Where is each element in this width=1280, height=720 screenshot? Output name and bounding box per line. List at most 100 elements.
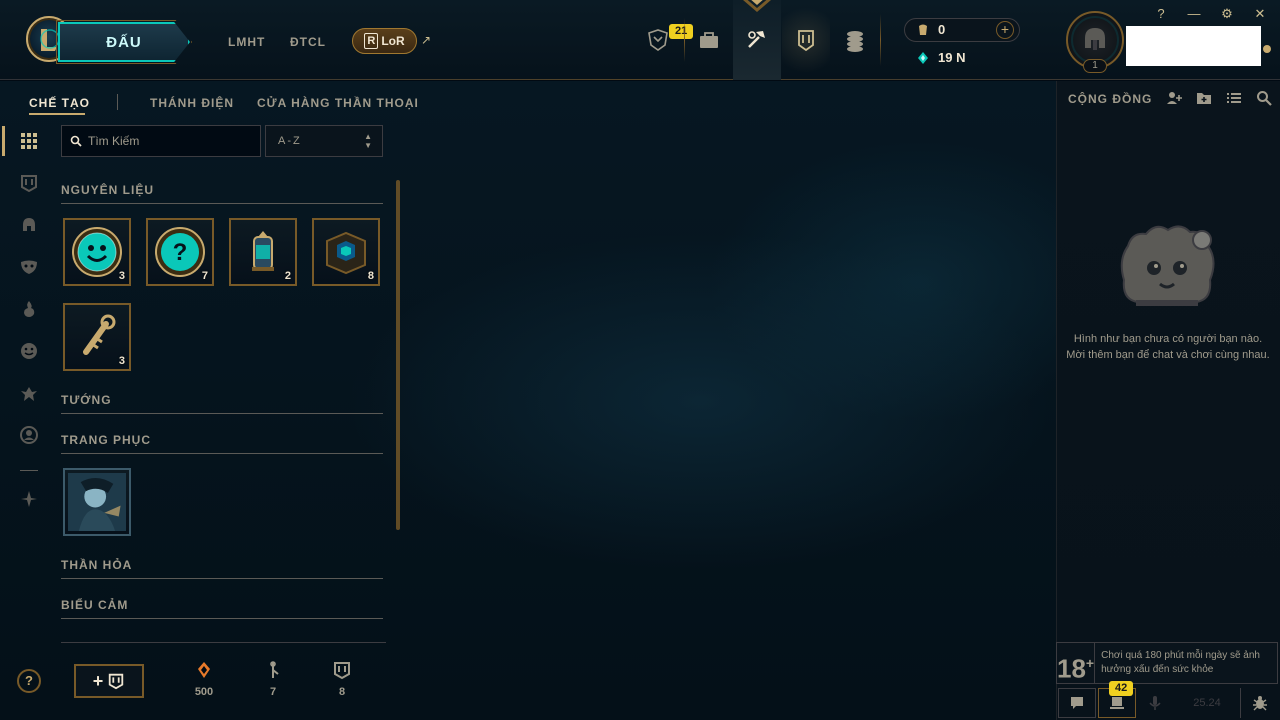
category-champions[interactable]: TƯỚNG: [61, 393, 383, 414]
icon-filter-icon[interactable]: [18, 424, 40, 446]
status-indicator: [1263, 45, 1271, 53]
companion-filter-icon[interactable]: [18, 382, 40, 404]
champion-filter-icon[interactable]: [18, 214, 40, 236]
close-control[interactable]: ✕: [1252, 6, 1268, 22]
chat-button[interactable]: [1058, 688, 1096, 718]
helmet-icon: [1085, 28, 1105, 50]
collection-chest-icon: [798, 30, 814, 52]
summoner-name-box[interactable]: [1126, 26, 1261, 66]
search-field[interactable]: [61, 125, 261, 157]
grid-icon: [21, 133, 37, 149]
be-currency: 19 N: [916, 50, 965, 65]
be-amount: 19 N: [938, 50, 966, 65]
missions-badge: 21: [669, 24, 694, 39]
age-warning: 18+ Chơi quá 180 phút mỗi ngày sẽ ảnh hư…: [1056, 642, 1278, 684]
add-chest-button[interactable]: +: [74, 664, 144, 698]
scrollbar-thumb[interactable]: [396, 180, 400, 530]
add-friend-glyph: [1167, 92, 1182, 104]
key-fragment-value: 7: [269, 686, 277, 698]
play-button[interactable]: ĐẤU: [58, 22, 190, 62]
chest-stat: 8: [322, 660, 362, 698]
capsule-icon: [252, 231, 274, 271]
tab-sanctum[interactable]: THÁNH ĐIỆN: [150, 96, 234, 110]
social-search-icon[interactable]: [1255, 90, 1273, 106]
bug-icon: [1252, 696, 1267, 711]
help-button[interactable]: ?: [17, 669, 41, 693]
voice-button[interactable]: [1136, 688, 1174, 718]
nav-link-dtcl[interactable]: ĐTCL: [290, 35, 326, 49]
sort-value: A-Z: [278, 135, 302, 147]
emote-orb-icon: [72, 227, 122, 277]
external-link-icon: ↗: [421, 33, 432, 47]
messages-button[interactable]: 42: [1098, 681, 1136, 718]
tab-separator: [117, 94, 118, 110]
lor-label: LoR: [381, 34, 405, 48]
orange-essence-stat: 500: [184, 660, 224, 698]
search-input[interactable]: [88, 134, 248, 148]
material-tile[interactable]: 3: [63, 303, 131, 371]
bottom-separator: [61, 642, 386, 643]
material-tile[interactable]: 2: [229, 218, 297, 286]
nav-link-lmht[interactable]: LMHT: [228, 35, 265, 49]
lor-r-icon: R: [364, 33, 379, 49]
settings-control[interactable]: ⚙: [1219, 6, 1235, 22]
mask-icon: [21, 260, 37, 274]
key-fragment-icon: [270, 661, 279, 678]
ward-filter-icon[interactable]: [18, 298, 40, 320]
tft-filter-icon[interactable]: [18, 488, 40, 510]
mystery-orb-icon: ?: [155, 227, 205, 277]
list-view-icon[interactable]: [1225, 90, 1243, 106]
poro-icon: [1120, 225, 1215, 306]
help-control[interactable]: ?: [1153, 6, 1169, 21]
skin-tile[interactable]: [63, 468, 131, 536]
store-icon[interactable]: [839, 24, 871, 56]
flame-icon: [24, 301, 35, 317]
add-folder-icon[interactable]: [1195, 90, 1213, 106]
material-tile[interactable]: 3: [63, 218, 131, 286]
chest-value: 8: [338, 686, 346, 698]
tab-crafting[interactable]: CHẾ TẠO: [29, 96, 90, 110]
age-warning-text: Chơi quá 180 phút mỗi ngày sẽ ảnh hưởng …: [1101, 650, 1260, 675]
minimize-control[interactable]: —: [1186, 6, 1202, 21]
category-wards[interactable]: THẦN HỎA: [61, 558, 383, 579]
category-materials[interactable]: NGUYÊN LIỆU: [61, 183, 383, 204]
skin-filter-icon[interactable]: [18, 256, 40, 278]
age-plus: +: [1085, 655, 1095, 671]
key-icon: [83, 314, 116, 355]
active-chevron-icon: [743, 0, 771, 12]
collection-icon[interactable]: [790, 24, 822, 56]
category-skins[interactable]: TRANG PHỤC: [61, 433, 383, 454]
chest-filter-icon[interactable]: [18, 172, 40, 194]
inventory-icon[interactable]: [693, 24, 725, 56]
smiley-icon: [21, 343, 37, 359]
emote-filter-icon[interactable]: [18, 340, 40, 362]
svg-text:?: ?: [173, 239, 188, 266]
magnifier-glyph: [1257, 91, 1272, 106]
category-emotes[interactable]: BIỂU CẢM: [61, 598, 383, 619]
item-count: 3: [118, 270, 125, 282]
skin-portrait-icon: [68, 473, 126, 531]
chest-icon: [334, 662, 350, 680]
bug-report-button[interactable]: [1240, 688, 1278, 718]
message-stack-icon: [1110, 697, 1124, 709]
loot-icon[interactable]: [741, 24, 773, 56]
item-count: 3: [118, 355, 125, 367]
item-count: 2: [284, 270, 291, 282]
rp-amount: 0: [938, 22, 946, 37]
tab-mythic-shop[interactable]: CỬA HÀNG THẦN THOẠI: [257, 96, 419, 110]
grid-all-icon[interactable]: [18, 130, 40, 152]
briefcase-icon: [700, 32, 718, 48]
age-rating: 18+: [1057, 643, 1096, 684]
material-tile[interactable]: 8: [312, 218, 380, 286]
version-label: 25.24: [1193, 697, 1221, 709]
crafting-hammer-icon: [748, 31, 765, 48]
material-tile[interactable]: ? 7: [146, 218, 214, 286]
rp-icon: [919, 24, 927, 35]
sidebar-separator: [20, 470, 38, 471]
social-title: CỘNG ĐỒNG: [1068, 92, 1153, 106]
sort-dropdown[interactable]: A-Z ▲ ▼: [265, 125, 383, 157]
lor-button[interactable]: R LoR: [352, 28, 417, 54]
add-friend-icon[interactable]: [1165, 90, 1183, 106]
buy-rp-button[interactable]: +: [996, 21, 1014, 39]
microphone-icon: [1149, 696, 1161, 710]
